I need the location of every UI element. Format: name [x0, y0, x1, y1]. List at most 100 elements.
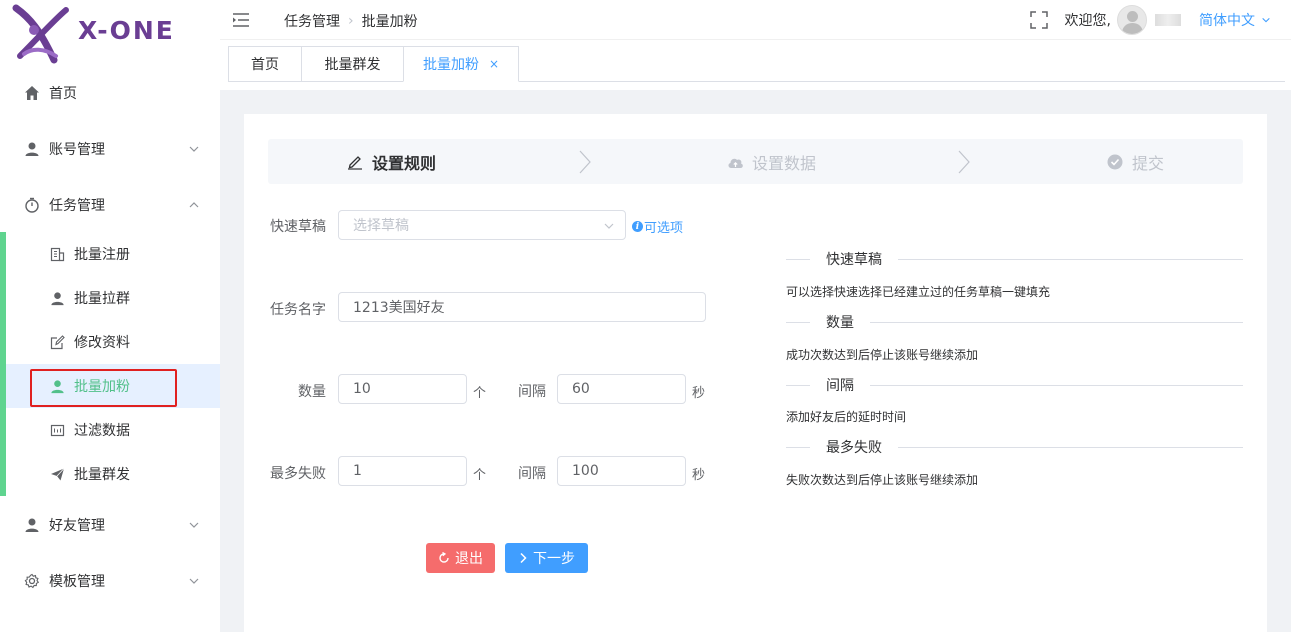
- help-text-draft: 可以选择快速选择已经建立过的任务草稿一键填充: [786, 285, 1051, 299]
- help-title-draft: 快速草稿: [786, 249, 1243, 269]
- sidebar: X-ONE 首页 账号管理 任务管理 批量注册 批量拉群 修改资料 批量加粉 过…: [0, 0, 220, 632]
- tab-batch-add-fans[interactable]: 批量加粉 ×: [403, 46, 519, 82]
- chevron-down-icon: [1262, 17, 1270, 23]
- next-step-button-label: 下一步: [533, 551, 575, 567]
- filter-data-icon: [49, 422, 65, 438]
- edit-icon: [346, 153, 364, 171]
- sidebar-item-batch-register[interactable]: 批量注册: [6, 232, 220, 276]
- user-icon: [23, 516, 41, 534]
- interval2-unit: 秒: [692, 468, 706, 483]
- sidebar-item-label: 批量注册: [74, 247, 130, 263]
- menu-item-accounts[interactable]: 账号管理: [0, 121, 220, 177]
- max-fail-input[interactable]: 1: [338, 456, 467, 486]
- gear-icon: [23, 572, 41, 590]
- menu-item-home[interactable]: 首页: [0, 65, 220, 121]
- step-submit: 提交: [1106, 139, 1164, 184]
- help-text-interval: 添加好友后的延时时间: [786, 410, 907, 424]
- help-title-text: 最多失败: [826, 440, 882, 456]
- fullscreen-icon[interactable]: [1029, 10, 1049, 30]
- sidebar-item-filter-data[interactable]: 过滤数据: [6, 408, 220, 452]
- breadcrumb-separator: ›: [348, 13, 354, 29]
- chevron-down-icon: [189, 146, 199, 152]
- interval2-label: 间隔: [518, 466, 546, 482]
- sidebar-item-label: 过滤数据: [74, 423, 130, 439]
- next-step-button[interactable]: 下一步: [505, 543, 588, 573]
- language-selector[interactable]: 简体中文: [1199, 10, 1271, 30]
- draft-select-placeholder: 选择草稿: [353, 218, 409, 234]
- avatar[interactable]: [1117, 5, 1147, 35]
- draft-select[interactable]: 选择草稿: [338, 210, 626, 240]
- tab-batch-mass-send[interactable]: 批量群发: [301, 46, 404, 82]
- chevron-down-icon: [604, 223, 614, 229]
- step-set-rules: 设置规则: [346, 139, 436, 184]
- step-label: 设置规则: [372, 153, 437, 173]
- interval2-input[interactable]: 100: [557, 456, 686, 486]
- interval-unit: 秒: [692, 386, 706, 401]
- help-text-max-fail: 失败次数达到后停止该账号继续添加: [786, 473, 979, 487]
- user-icon: [23, 140, 41, 158]
- quantity-label: 数量: [298, 384, 326, 400]
- logo[interactable]: X-ONE: [10, 4, 210, 64]
- step-set-data: 设置数据: [726, 139, 816, 184]
- quantity-unit: 个: [473, 386, 487, 401]
- tabs-bar: 首页 批量群发 批量加粉 ×: [220, 40, 1291, 90]
- menu-item-label: 模板管理: [49, 574, 105, 590]
- logo-mark-icon: [12, 4, 69, 64]
- logo-text: X-ONE: [78, 16, 175, 45]
- max-fail-label: 最多失败: [270, 466, 326, 482]
- step-label: 设置数据: [752, 153, 817, 173]
- tab-label: 批量加粉: [422, 57, 479, 73]
- help-title-text: 数量: [826, 315, 854, 331]
- collapse-menu-icon[interactable]: [232, 11, 250, 29]
- chevron-down-icon: [189, 578, 199, 584]
- menu-item-label: 首页: [49, 86, 77, 102]
- step-arrow-icon: [579, 150, 591, 174]
- refresh-icon: [439, 552, 449, 563]
- task-name-value: 1213美国好友: [353, 300, 445, 316]
- exit-button-label: 退出: [455, 551, 483, 567]
- task-name-label: 任务名字: [270, 302, 326, 318]
- help-title-max-fail: 最多失败: [786, 437, 1243, 457]
- quantity-input[interactable]: 10: [338, 374, 467, 404]
- max-fail-unit: 个: [473, 468, 487, 483]
- breadcrumb-item-current: 批量加粉: [361, 14, 418, 30]
- menu-item-tasks[interactable]: 任务管理: [0, 177, 220, 233]
- steps-bar: 设置规则 设置数据 提交: [268, 139, 1243, 184]
- draft-optional-text: 可选项: [644, 221, 684, 236]
- sidebar-item-label: 修改资料: [74, 335, 130, 351]
- home-icon: [23, 84, 41, 102]
- max-fail-value: 1: [353, 463, 362, 479]
- header-right: 欢迎您, 简体中文: [1029, 5, 1271, 35]
- exit-button[interactable]: 退出: [426, 543, 495, 573]
- menu-item-friends[interactable]: 好友管理: [0, 497, 220, 553]
- menu-item-templates[interactable]: 模板管理: [0, 553, 220, 609]
- menu-item-label: 好友管理: [49, 518, 105, 534]
- sidebar-item-label: 批量群发: [74, 467, 130, 483]
- sidebar-item-batch-mass-send[interactable]: 批量群发: [6, 452, 220, 496]
- timer-icon: [23, 196, 41, 214]
- content-card: 设置规则 设置数据 提交 快速草稿 选择草稿 i 可选项 任务名字 1213美国…: [244, 114, 1267, 632]
- sidebar-item-batch-add-fans[interactable]: 批量加粉: [6, 364, 220, 408]
- top-header: 任务管理 › 批量加粉 欢迎您, 简体中文: [220, 0, 1291, 40]
- quantity-value: 10: [353, 381, 371, 397]
- task-name-input[interactable]: 1213美国好友: [338, 292, 706, 322]
- welcome-text: 欢迎您,: [1064, 13, 1111, 29]
- language-label: 简体中文: [1199, 13, 1255, 29]
- tab-label: 批量群发: [324, 57, 381, 73]
- info-icon: i: [632, 221, 643, 232]
- breadcrumb-item[interactable]: 任务管理: [284, 11, 340, 31]
- help-text-quantity: 成功次数达到后停止该账号继续添加: [786, 348, 979, 362]
- sidebar-item-label: 批量加粉: [74, 379, 130, 395]
- interval-label: 间隔: [518, 384, 546, 400]
- tab-close-icon[interactable]: ×: [489, 57, 499, 71]
- tab-home[interactable]: 首页: [228, 46, 302, 82]
- check-circle-icon: [1106, 153, 1124, 171]
- office-building-icon: [49, 246, 65, 262]
- interval-input[interactable]: 60: [557, 374, 686, 404]
- edit-icon: [49, 334, 65, 350]
- menu-item-label: 任务管理: [49, 198, 105, 214]
- sidebar-item-label: 批量拉群: [74, 291, 130, 307]
- sidebar-item-batch-group-pull[interactable]: 批量拉群: [6, 276, 220, 320]
- user-icon: [49, 378, 65, 394]
- sidebar-item-edit-profile[interactable]: 修改资料: [6, 320, 220, 364]
